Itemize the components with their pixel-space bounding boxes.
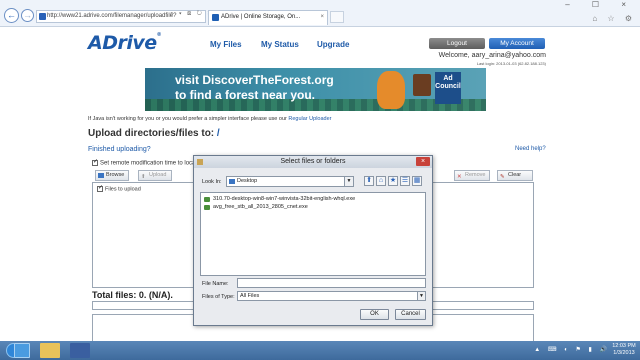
tab-title: ADrive | Online Storage, On... (221, 14, 301, 20)
taskbar-clock[interactable]: 12:03 PM 1/3/2013 (612, 343, 636, 357)
cancel-button[interactable]: Cancel (395, 309, 426, 320)
dialog-title: Select files or folders (280, 158, 346, 165)
file-item[interactable]: avg_free_stb_all_2013_2805_cnet.exe (204, 204, 308, 210)
internet-explorer-icon[interactable] (14, 343, 30, 358)
folder-icon (98, 173, 104, 178)
details-view-icon[interactable]: ▦ (412, 176, 422, 186)
clock-time: 12:03 PM (612, 343, 636, 349)
address-bar-icons[interactable]: ⌕ ▾ ⊠ ↻ × (170, 11, 213, 18)
dialog-titlebar[interactable]: Select files or folders (194, 156, 432, 168)
back-button[interactable]: ← (4, 8, 19, 23)
file-list[interactable]: 310.70-desktop-win8-win7-winvista-32bit-… (200, 192, 426, 276)
banner-line1: visit DiscoverTheForest.org (175, 73, 334, 87)
chevron-down-icon[interactable]: ▼ (417, 292, 425, 300)
files-of-type-label: Files of Type: (202, 294, 235, 300)
upload-heading: Upload directories/files to: / (88, 128, 220, 139)
ad-council-logo: Ad Council (435, 72, 461, 104)
remove-icon: ✕ (457, 174, 462, 180)
welcome-text: Welcome, aary_arina@yahoo.com (438, 52, 546, 59)
browser-chrome: ← → http://www21.adrive.com/filemanager/… (0, 0, 640, 27)
browser-tab[interactable]: ADrive | Online Storage, On... × (208, 10, 328, 25)
banner-ad[interactable]: visit DiscoverTheForest.org to find a fo… (145, 68, 486, 111)
new-folder-icon[interactable]: ★ (388, 176, 398, 186)
banner-character-image (377, 71, 405, 109)
browse-button[interactable]: Browse (95, 170, 129, 181)
tab-favicon-icon (212, 14, 219, 21)
set-remote-time-option[interactable]: Set remote modification time to loca (92, 158, 195, 167)
java-app-icon (197, 159, 203, 165)
desktop-icon (229, 179, 235, 184)
file-item[interactable]: 310.70-desktop-win8-win7-winvista-32bit-… (204, 196, 355, 202)
my-account-button[interactable]: My Account (489, 38, 545, 49)
look-in-label: Look In: (202, 179, 222, 185)
set-remote-time-checkbox[interactable] (92, 158, 98, 166)
java-note: If Java isn't working for you or you wou… (88, 116, 332, 122)
forest-service-logo (413, 74, 431, 96)
nav-upgrade[interactable]: Upgrade (317, 40, 349, 49)
file-name-input[interactable] (237, 278, 426, 288)
list-view-icon[interactable]: ☰ (400, 176, 410, 186)
up-folder-icon[interactable]: ⬆ (364, 176, 374, 186)
media-player-icon[interactable] (70, 343, 90, 358)
ok-button[interactable]: OK (360, 309, 389, 320)
logout-button[interactable]: Logout (429, 38, 485, 49)
site-favicon-icon (39, 13, 46, 20)
file-explorer-icon[interactable] (40, 343, 60, 358)
window-controls[interactable]: – ☐ × (565, 0, 636, 9)
files-to-upload-root[interactable]: Files to upload (97, 184, 141, 192)
forward-button[interactable]: → (21, 9, 34, 22)
home-folder-icon[interactable]: ⌂ (376, 176, 386, 186)
clear-button[interactable]: ✎ Clear (497, 170, 533, 181)
exe-file-icon (204, 205, 210, 210)
broom-icon: ✎ (500, 174, 505, 180)
last-login-text: Last login: 2013-01-03 (62.82.188.123) (476, 61, 546, 66)
look-in-select[interactable]: Desktop ▼ (226, 176, 354, 187)
new-tab-button[interactable] (330, 11, 344, 23)
banner-line2: to find a forest near you. (175, 88, 316, 102)
files-to-upload-checkbox[interactable] (97, 184, 103, 192)
select-files-dialog: Select files or folders × Look In: Deskt… (193, 155, 433, 326)
address-text: http://www21.adrive.com/filemanager/uplo… (47, 13, 177, 19)
upload-button[interactable]: ⬆ Upload (138, 170, 172, 181)
upload-arrow-icon: ⬆ (141, 174, 146, 180)
taskbar: ▲ ⌨ ◐ ⚑ ▮ 🔊 12:03 PM 1/3/2013 (0, 341, 640, 360)
browser-toolbar-icons[interactable]: ⌂ ☆ ⚙ (592, 14, 636, 23)
clock-date: 1/3/2013 (613, 350, 635, 356)
regular-uploader-link[interactable]: Regular Uploader (288, 116, 331, 122)
files-of-type-select[interactable]: All Files ▼ (237, 291, 426, 301)
file-name-label: File Name: (202, 281, 229, 287)
remove-button[interactable]: ✕ Remove (454, 170, 490, 181)
upload-path-link[interactable]: / (217, 128, 220, 139)
adrive-logo[interactable]: ADrive® (88, 32, 162, 54)
finished-uploading-link[interactable]: Finished uploading? (88, 146, 151, 153)
total-files: Total files: 0. (N/A). (92, 290, 173, 300)
tab-close-icon[interactable]: × (320, 11, 324, 24)
nav-my-files[interactable]: My Files (210, 40, 242, 49)
dialog-close-button[interactable]: × (416, 157, 430, 166)
exe-file-icon (204, 197, 210, 202)
nav-my-status[interactable]: My Status (261, 40, 299, 49)
chevron-down-icon[interactable]: ▼ (344, 177, 353, 186)
system-tray-icons[interactable]: ▲ ⌨ ◐ ⚑ ▮ 🔊 (534, 346, 610, 353)
need-help-link[interactable]: Need help? (515, 146, 546, 152)
